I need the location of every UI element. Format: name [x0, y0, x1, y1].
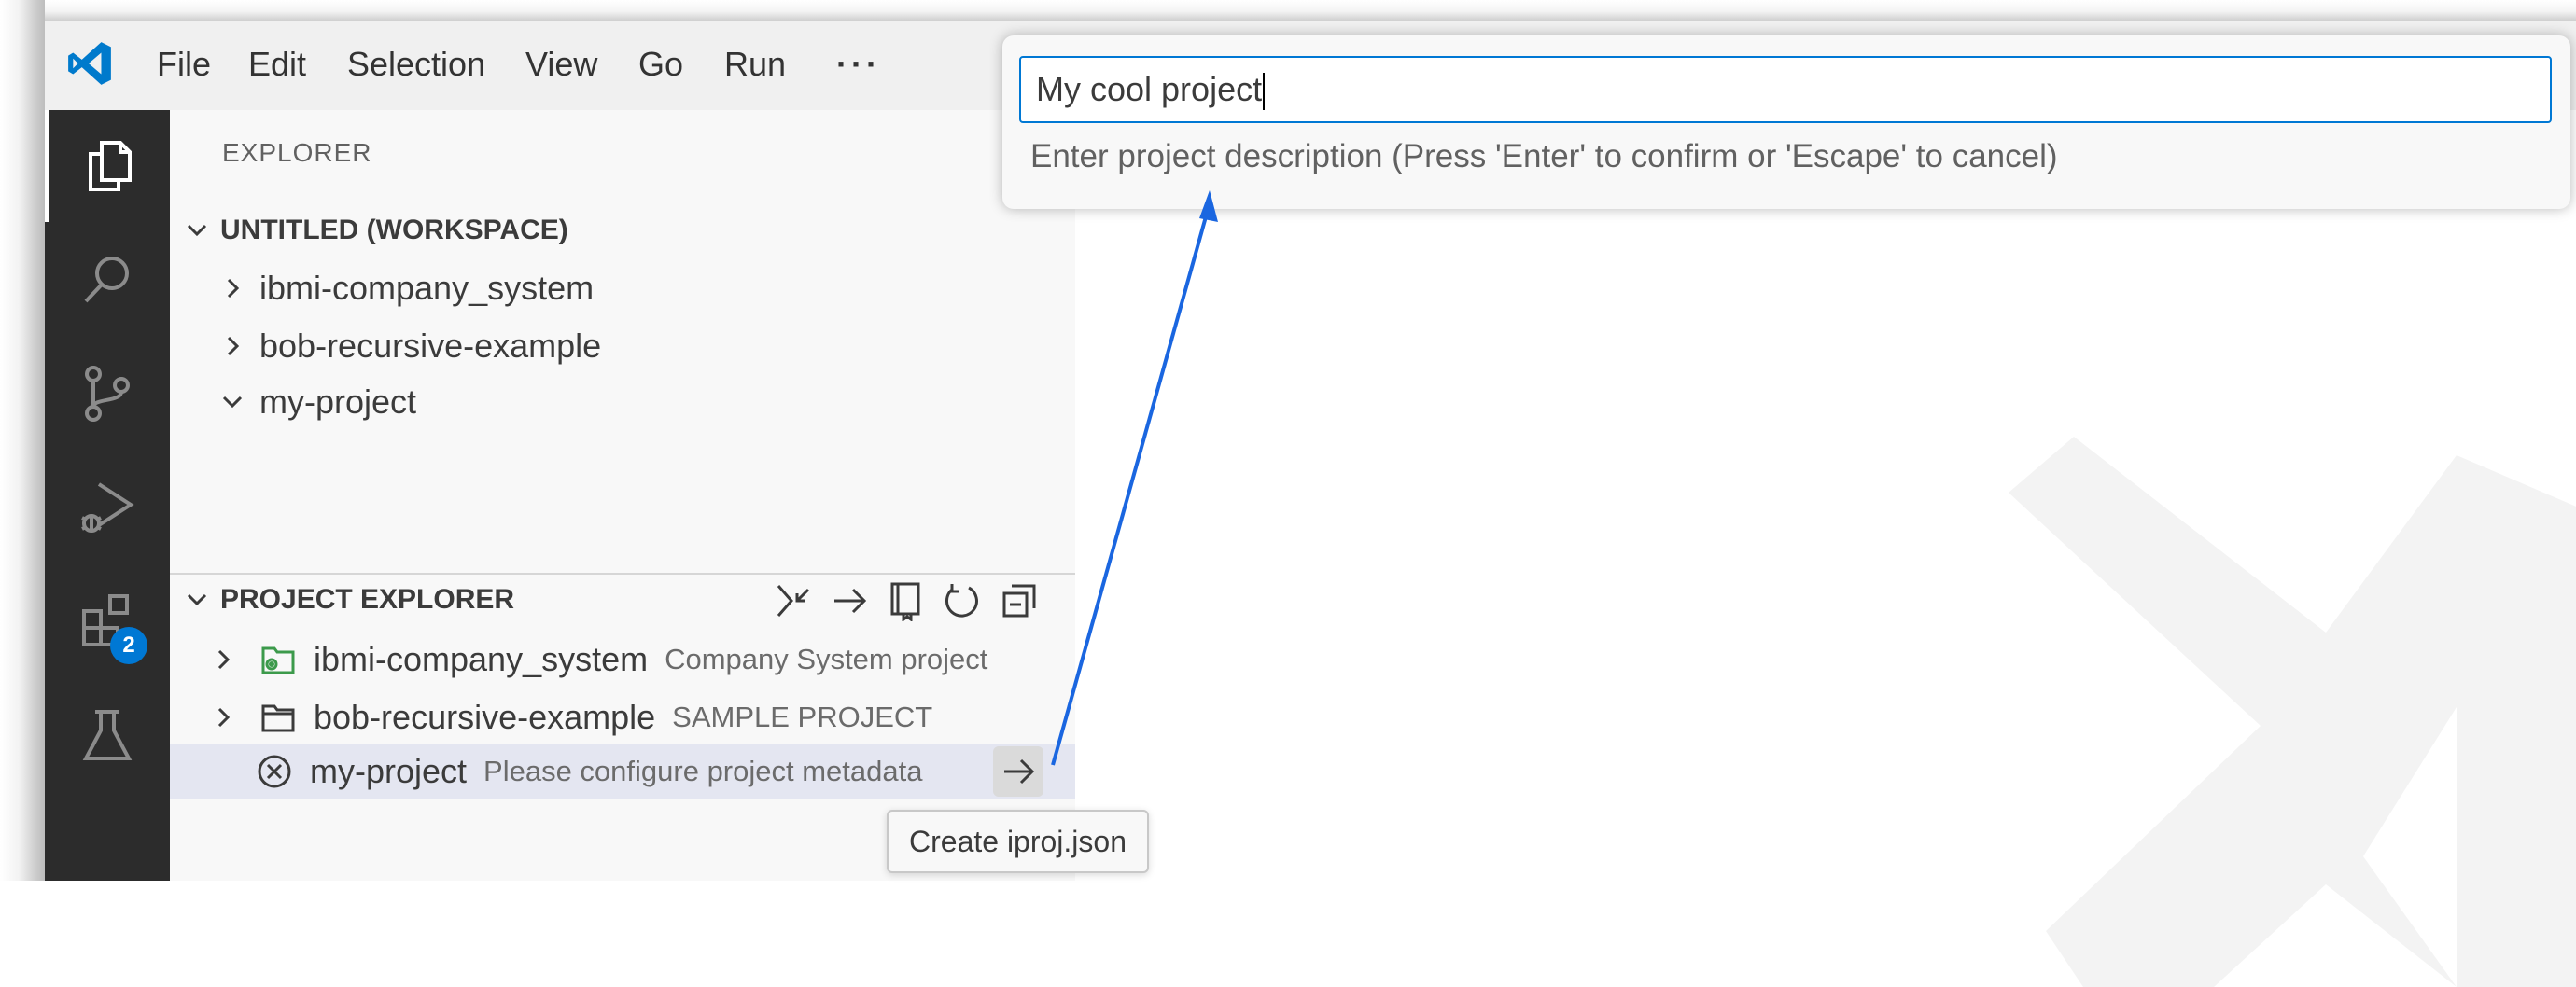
workspace-folder-my-project[interactable]: my-project: [170, 375, 1075, 429]
explorer-title: EXPLORER: [222, 138, 372, 167]
menu-file[interactable]: File: [157, 43, 211, 86]
arrow-right-icon: [1004, 758, 1035, 785]
tooltip: Create iproj.json: [887, 810, 1149, 873]
quick-input-widget: My cool project Enter project descriptio…: [1002, 35, 2570, 209]
chevron-down-icon: [187, 593, 207, 606]
project-explorer-label: PROJECT EXPLORER: [220, 584, 515, 615]
text-caret: [1263, 73, 1266, 111]
chevron-right-icon: [227, 336, 240, 356]
chevron-right-icon: [217, 649, 231, 670]
vscode-logo-icon: [68, 42, 111, 85]
editor-area: [1075, 110, 2576, 987]
activity-run-debug[interactable]: [45, 452, 170, 563]
project-explorer-section-header[interactable]: PROJECT EXPLORER: [183, 584, 514, 616]
project-description-input[interactable]: My cool project: [1019, 56, 2552, 123]
window-shadow-top: [0, 0, 2576, 21]
menu-run[interactable]: Run: [724, 43, 786, 86]
activity-explorer[interactable]: [45, 110, 170, 222]
create-iproj-button[interactable]: [993, 746, 1043, 797]
activity-bar: 2: [45, 110, 170, 881]
workspace-folder-ibmi[interactable]: ibmi-company_system: [170, 261, 1075, 315]
ibmi-project-icon: [261, 646, 295, 674]
input-value: My cool project: [1036, 70, 1263, 108]
project-description: SAMPLE PROJECT: [672, 701, 933, 733]
menu-more-button[interactable]: ···: [836, 43, 881, 86]
menu-selection[interactable]: Selection: [347, 43, 485, 86]
project-row-ibmi[interactable]: ibmi-company_system Company System proje…: [170, 633, 1075, 687]
chevron-right-icon: [217, 707, 231, 728]
vscode-window: File Edit Selection View Go Run ··· 2 EX…: [0, 0, 2576, 987]
menu-go[interactable]: Go: [638, 43, 683, 86]
project-name: bob-recursive-example: [314, 698, 656, 736]
workspace-section-header[interactable]: UNTITLED (WORKSPACE): [183, 215, 568, 246]
files-icon: [88, 141, 132, 191]
chevron-right-icon: [227, 278, 240, 299]
chevron-down-icon: [222, 396, 243, 409]
window-shadow-left: [0, 0, 45, 881]
search-icon: [84, 257, 129, 303]
chevron-down-icon: [187, 224, 207, 237]
project-name: my-project: [310, 752, 468, 790]
folder-label: bob-recursive-example: [259, 327, 602, 365]
activity-search[interactable]: [45, 224, 170, 336]
folder-label: ibmi-company_system: [259, 269, 595, 307]
run-debug-icon: [81, 482, 134, 533]
vscode-watermark-icon: [2009, 437, 2576, 987]
project-row-bob[interactable]: bob-recursive-example SAMPLE PROJECT: [170, 690, 1075, 744]
section-divider: [170, 573, 1075, 575]
menu-edit[interactable]: Edit: [248, 43, 306, 86]
arrow-right-icon[interactable]: [829, 580, 870, 621]
project-description: Please configure project metadata: [483, 755, 923, 787]
activity-source-control[interactable]: [45, 338, 170, 450]
menu-view[interactable]: View: [525, 43, 597, 86]
sidebar: EXPLORER UNTITLED (WORKSPACE) ibmi-compa…: [170, 110, 1077, 881]
folder-icon: [261, 704, 295, 732]
collapse-all-icon[interactable]: [999, 580, 1040, 621]
source-control-icon: [85, 366, 130, 422]
extensions-badge: 2: [110, 627, 147, 664]
error-circle-icon: [258, 755, 291, 788]
book-icon[interactable]: [885, 580, 926, 621]
quick-input-message: Enter project description (Press 'Enter'…: [1030, 138, 2058, 174]
activity-testing[interactable]: [45, 679, 170, 791]
workspace-section-label: UNTITLED (WORKSPACE): [220, 215, 568, 245]
folder-label: my-project: [259, 382, 417, 421]
activity-extensions[interactable]: 2: [45, 565, 170, 677]
compare-icon[interactable]: [773, 580, 814, 621]
refresh-icon[interactable]: [941, 580, 982, 621]
project-row-my-project[interactable]: my-project Please configure project meta…: [170, 744, 1075, 799]
flask-icon: [82, 710, 133, 760]
workspace-folder-bob[interactable]: bob-recursive-example: [170, 319, 1075, 373]
project-description: Company System project: [665, 643, 988, 675]
project-name: ibmi-company_system: [314, 640, 649, 678]
